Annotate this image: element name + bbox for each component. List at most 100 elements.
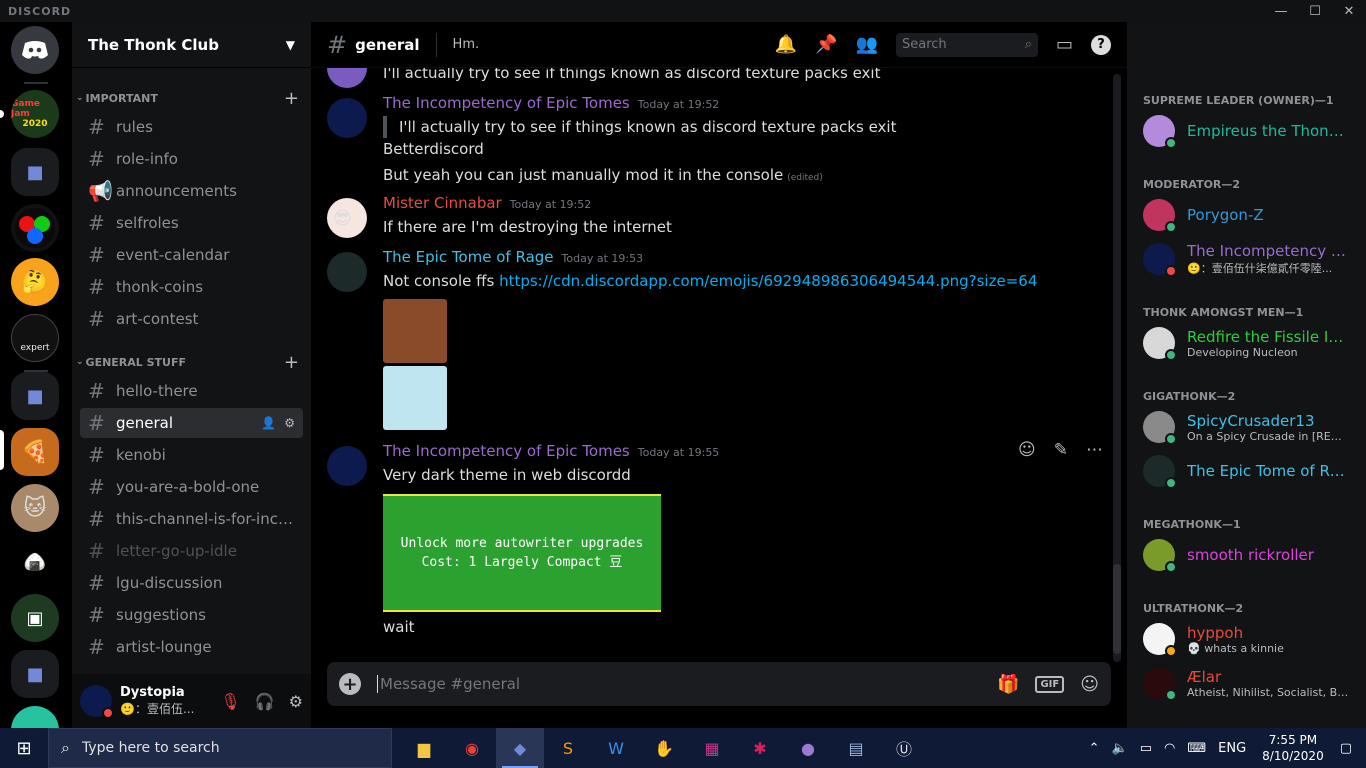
sublime-icon[interactable]: S (544, 728, 592, 768)
channel-event-calendar[interactable]: # event-calendar (80, 240, 303, 270)
server-rgb[interactable] (11, 204, 59, 252)
channel-kenobi[interactable]: # kenobi (80, 440, 303, 470)
server-folder[interactable]: ■ (11, 372, 59, 420)
add-reaction-icon[interactable]: ☺ (1018, 440, 1036, 460)
user-info[interactable]: Dystopia 🙂：壹佰伍... (120, 685, 220, 717)
channel-suggestions[interactable]: # suggestions (80, 600, 303, 630)
keyboard-icon[interactable]: ⌨ (1187, 741, 1206, 756)
edit-icon[interactable]: ✎ (1054, 440, 1068, 460)
server-folder[interactable]: ■ (11, 650, 59, 698)
channel-announcements[interactable]: 📢 announcements (80, 176, 303, 206)
battery-icon[interactable]: ▭ (1140, 741, 1152, 756)
gear-icon[interactable]: ⚙ (284, 416, 295, 430)
channel-artist-lounge[interactable]: # artist-lounge (80, 632, 303, 662)
writer-icon[interactable]: W (592, 728, 640, 768)
winrar-icon[interactable]: ▦ (688, 728, 736, 768)
member-item[interactable]: hyppoh 💀 whats a kinnie (1143, 617, 1353, 661)
member-item[interactable]: SpicyCrusader13 On a Spicy Crusade in [RE… (1143, 405, 1353, 449)
avatar[interactable] (327, 252, 367, 292)
server-animation[interactable] (11, 706, 59, 728)
invite-icon[interactable]: 👤 (261, 416, 276, 430)
clock[interactable]: 7:55 PM 8/10/2020 (1262, 732, 1324, 764)
gift-icon[interactable]: 🎁 (997, 674, 1019, 695)
headphones-icon[interactable]: 🎧 (255, 692, 275, 711)
start-button[interactable]: ⊞ (0, 728, 48, 768)
message-author[interactable]: Mister Cinnabar (383, 194, 502, 212)
member-item[interactable]: Ælar Atheist, Nihilist, Socialist, Bise..… (1143, 661, 1353, 705)
members-icon[interactable]: 👥 (856, 34, 878, 55)
member-item[interactable]: The Epic Tome of Rage (1143, 449, 1353, 493)
member-item[interactable]: Redfire the Fissile Isot... Developing Nu… (1143, 321, 1353, 365)
file-explorer-icon[interactable]: ▆ (400, 728, 448, 768)
pin-icon[interactable]: 📌 (815, 34, 837, 55)
upload-button[interactable]: + (339, 673, 361, 695)
server-header[interactable]: The Thonk Club ▼ (72, 22, 311, 68)
help-icon[interactable]: ? (1091, 34, 1111, 55)
server-thonk-club[interactable]: 🍕 (11, 428, 59, 476)
message-input[interactable] (377, 675, 998, 693)
hand-icon[interactable]: ✋ (640, 728, 688, 768)
emoji-icon[interactable]: ☺ (1080, 674, 1099, 695)
emoji-image-laughing[interactable] (383, 299, 447, 363)
category-important[interactable]: ⌄ IMPORTANT + (72, 86, 311, 110)
member-item[interactable]: Porygon-Z (1143, 193, 1353, 237)
channel-incre[interactable]: # this-channel-is-for-incre... (80, 504, 303, 534)
notifications-icon[interactable]: ▢ (1340, 741, 1352, 756)
taskbar-search[interactable]: ⌕ Type here to search (48, 728, 392, 768)
scrollbar[interactable] (1113, 74, 1121, 662)
category-general-stuff[interactable]: ⌄ GENERAL STUFF + (72, 350, 311, 374)
photos-icon[interactable]: ▤ (832, 728, 880, 768)
server-folder[interactable]: ■ (11, 148, 59, 196)
member-item[interactable]: Empireus the Thonkin... (1143, 109, 1353, 153)
server-pattern[interactable]: ▣ (11, 594, 59, 642)
bell-icon[interactable]: 🔔 (775, 34, 797, 55)
channel-rules[interactable]: # rules (80, 112, 303, 142)
home-button[interactable] (11, 26, 59, 74)
create-channel-icon[interactable]: + (284, 88, 299, 109)
mute-mic-icon[interactable]: 🎙 (220, 692, 240, 711)
channel-lgu-discussion[interactable]: # lgu-discussion (80, 568, 303, 598)
inbox-icon[interactable]: ▭ (1056, 34, 1073, 55)
channel-general[interactable]: # general 👤 ⚙ (80, 408, 303, 438)
maximize-button[interactable]: ☐ (1298, 0, 1332, 22)
chevron-up-icon[interactable]: ⌃ (1089, 741, 1100, 756)
discord-taskbar-icon[interactable]: ◆ (496, 728, 544, 768)
unreal-icon[interactable]: Ⓤ (880, 728, 928, 768)
gif-button[interactable]: GIF (1035, 675, 1065, 693)
chrome-icon[interactable]: ◉ (448, 728, 496, 768)
channel-letter-go-up-idle[interactable]: # letter-go-up-idle (80, 536, 303, 566)
channel-thonk-coins[interactable]: # thonk-coins (80, 272, 303, 302)
slack-icon[interactable]: ✱ (736, 728, 784, 768)
avatar[interactable] (327, 98, 367, 138)
channel-selfroles[interactable]: # selfroles (80, 208, 303, 238)
channel-art-contest[interactable]: # art-contest (80, 304, 303, 334)
channel-hello-there[interactable]: # hello-there (80, 376, 303, 406)
message-link[interactable]: https://cdn.discordapp.com/emojis/692948… (499, 272, 1037, 290)
channel-you-are-a-bold-one[interactable]: # you-are-a-bold-one (80, 472, 303, 502)
server-sushi[interactable]: 🍙 (11, 538, 59, 586)
message-author[interactable]: The Epic Tome of Rage (383, 248, 554, 266)
server-cat[interactable]: 🐱 (11, 484, 59, 532)
message-author[interactable]: The Incompetency of Epic Tomes (383, 442, 630, 460)
game-controller-icon[interactable]: ● (784, 728, 832, 768)
server-thonk[interactable]: 🤔 (11, 258, 59, 306)
more-icon[interactable]: ⋯ (1086, 440, 1103, 460)
gear-icon[interactable]: ⚙ (289, 692, 303, 711)
message-author[interactable]: The Incompetency of Epic Tomes (383, 94, 630, 112)
server-game-jam[interactable]: Game Jam 2020 (11, 90, 59, 138)
language-indicator[interactable]: ENG (1218, 741, 1246, 756)
avatar[interactable] (327, 68, 367, 88)
create-channel-icon[interactable]: + (284, 352, 299, 373)
member-item[interactable]: smooth rickroller (1143, 533, 1353, 577)
volume-icon[interactable]: 🔈 (1112, 741, 1128, 756)
avatar[interactable]: 😎 (327, 198, 367, 238)
member-item[interactable]: The Incompetency of ... 🙂：壹佰伍什柒億貳仟零陸... (1143, 237, 1353, 281)
server-factorial[interactable]: expert (11, 314, 59, 362)
close-button[interactable]: ✕ (1332, 0, 1366, 22)
emoji-image-screaming[interactable] (383, 366, 447, 430)
minimize-button[interactable]: — (1264, 0, 1298, 22)
search-input[interactable]: Search ⌕ (895, 32, 1038, 57)
embedded-image[interactable]: Unlock more autowriter upgrades Cost: 1 … (383, 494, 661, 612)
wifi-icon[interactable]: ◠ (1164, 741, 1175, 756)
channel-role-info[interactable]: # role-info (80, 144, 303, 174)
